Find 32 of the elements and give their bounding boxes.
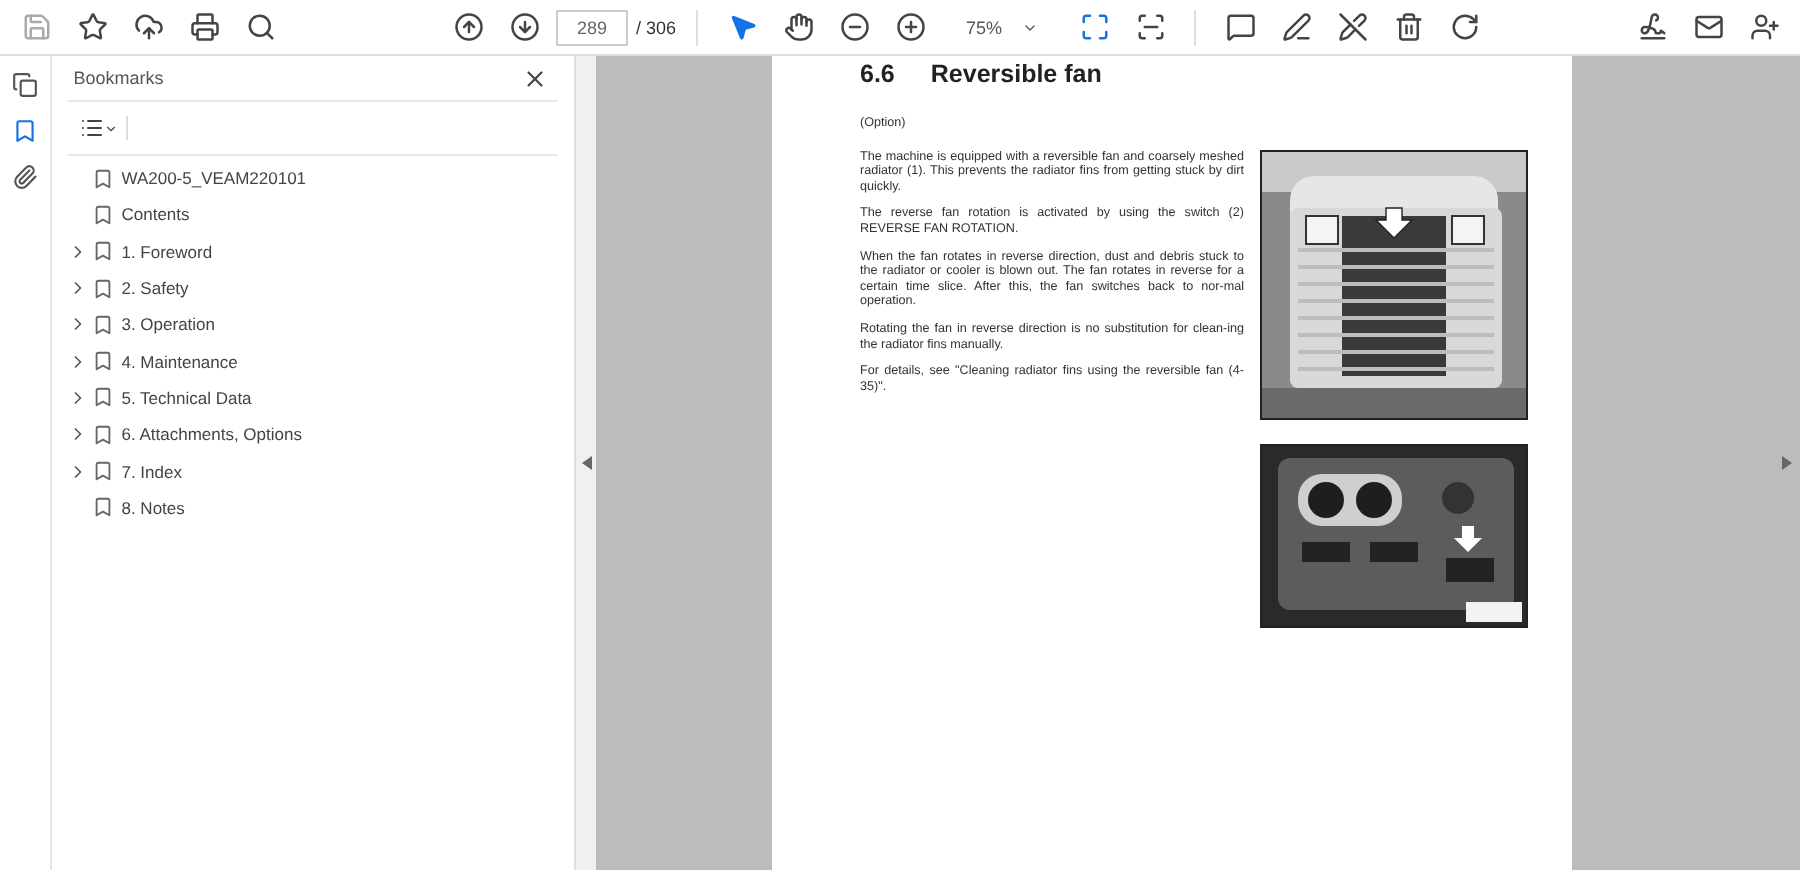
attachments-icon[interactable] [11, 164, 38, 190]
bookmark-icon [91, 240, 114, 263]
bookmark-item[interactable]: WA200-5_VEAM220101 [121, 168, 307, 189]
bookmark-item[interactable]: 8. Notes [121, 497, 185, 518]
expand-arrow-icon[interactable] [1782, 456, 1792, 470]
bookmark-item[interactable]: 3. Operation [121, 314, 216, 335]
panel-title: Bookmarks [73, 68, 164, 88]
collapse-arrow-icon[interactable] [581, 456, 592, 470]
bookmark-icon [91, 167, 114, 190]
zoom-dropdown[interactable]: 75% [942, 15, 1063, 39]
page-number-field[interactable]: 289 [556, 9, 628, 45]
bookmark-icon [91, 460, 114, 483]
bookmark-item[interactable]: 7. Index [121, 461, 182, 482]
bookmarks-icon[interactable] [11, 118, 38, 144]
bookmark-item[interactable]: Contents [121, 204, 190, 225]
section-number: 6.6 [860, 60, 895, 88]
bookmark-item[interactable]: 6. Attachments, Options [121, 424, 302, 445]
bookmark-icon [91, 203, 114, 226]
section-title: Reversible fan [930, 60, 1102, 88]
bookmark-icon [91, 423, 114, 446]
bookmark-icon [91, 313, 114, 336]
bookmark-icon [91, 350, 114, 373]
page-total: / 306 [636, 17, 677, 37]
bookmark-item[interactable]: 2. Safety [121, 278, 189, 299]
caret-icon [103, 121, 118, 135]
bookmark-item[interactable]: 5. Technical Data [121, 387, 252, 408]
bookmark-icon [91, 386, 114, 409]
bookmark-icon [91, 277, 114, 300]
pages-icon[interactable] [11, 72, 38, 98]
bookmark-icon [91, 496, 114, 519]
bookmark-item[interactable]: 4. Maintenance [121, 351, 238, 372]
bookmark-item[interactable]: 1. Foreword [121, 241, 213, 262]
